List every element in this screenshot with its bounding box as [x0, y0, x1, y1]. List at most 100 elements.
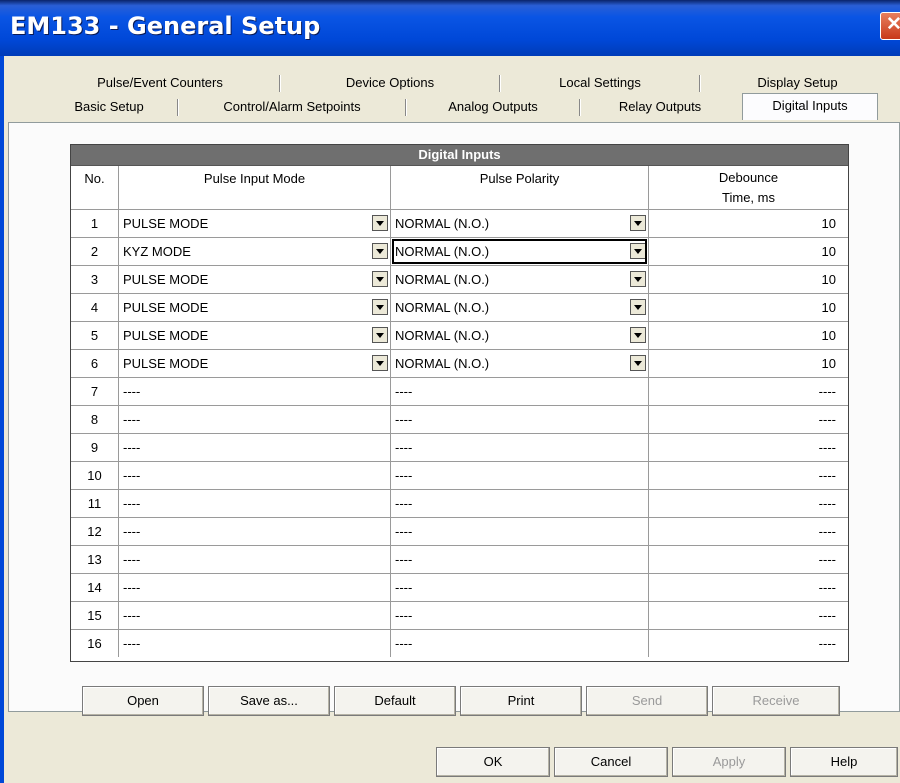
- pulse-input-mode-select-value: ----: [123, 412, 141, 427]
- debounce-time-field[interactable]: 10: [649, 210, 848, 237]
- pulse-polarity-select[interactable]: NORMAL (N.O.): [391, 266, 649, 293]
- pulse-polarity-select[interactable]: NORMAL (N.O.): [391, 294, 649, 321]
- cancel-button[interactable]: Cancel: [554, 747, 668, 777]
- pulse-polarity-select[interactable]: NORMAL (N.O.): [391, 350, 649, 377]
- pulse-polarity-select[interactable]: NORMAL (N.O.): [391, 322, 649, 349]
- pulse-polarity-select-value: ----: [395, 524, 413, 539]
- row-number-cell-value: 13: [87, 552, 102, 567]
- apply-button[interactable]: Apply: [672, 747, 786, 777]
- send-button[interactable]: Send: [586, 686, 708, 716]
- pulse-input-mode-select[interactable]: PULSE MODE: [119, 266, 391, 293]
- column-header-label: Pulse Polarity: [479, 171, 560, 186]
- debounce-time-field-value: ----: [818, 524, 836, 539]
- row-number-cell-value: 10: [87, 468, 102, 483]
- pulse-input-mode-select[interactable]: PULSE MODE: [119, 322, 391, 349]
- pulse-polarity-select-value: ----: [395, 468, 413, 483]
- pulse-input-mode-select: ----: [119, 518, 391, 545]
- pulse-input-mode-select[interactable]: PULSE MODE: [119, 210, 391, 237]
- default-button[interactable]: Default: [334, 686, 456, 716]
- pulse-polarity-select-value: ----: [395, 552, 413, 567]
- chevron-down-icon[interactable]: [630, 355, 646, 371]
- chevron-down-icon[interactable]: [372, 299, 388, 315]
- ok-button[interactable]: OK: [436, 747, 550, 777]
- debounce-time-field[interactable]: 10: [649, 266, 848, 293]
- pulse-polarity-select[interactable]: NORMAL (N.O.): [391, 210, 649, 237]
- row-number-cell: 1: [71, 210, 119, 237]
- pulse-polarity-select: ----: [391, 602, 649, 629]
- tab-control-alarm-setpoints[interactable]: Control/Alarm Setpoints: [178, 96, 406, 118]
- chevron-down-icon[interactable]: [372, 243, 388, 259]
- chevron-down-icon[interactable]: [630, 327, 646, 343]
- row-number-cell-value: 11: [87, 496, 102, 511]
- pulse-polarity-select-value: ----: [395, 496, 413, 511]
- pulse-input-mode-select-value: ----: [123, 580, 141, 595]
- pulse-polarity-select[interactable]: NORMAL (N.O.): [391, 238, 649, 265]
- debounce-time-field: ----: [649, 434, 848, 461]
- tab-pulse-event-counters[interactable]: Pulse/Event Counters: [40, 72, 280, 94]
- window-title: EM133 - General Setup: [10, 12, 321, 40]
- row-number-cell-value: 4: [90, 300, 99, 315]
- pulse-input-mode-select[interactable]: PULSE MODE: [119, 350, 391, 377]
- debounce-time-field-value: ----: [818, 496, 836, 511]
- debounce-time-field[interactable]: 10: [649, 322, 848, 349]
- debounce-time-field-value: ----: [818, 608, 836, 623]
- chevron-down-icon[interactable]: [630, 271, 646, 287]
- pulse-polarity-select-value: ----: [395, 580, 413, 595]
- debounce-time-field[interactable]: 10: [649, 294, 848, 321]
- print-button[interactable]: Print: [460, 686, 582, 716]
- column-header-pulse-polarity: Pulse Polarity: [391, 166, 649, 210]
- pulse-input-mode-select-value: ----: [123, 384, 141, 399]
- row-number-cell-value: 1: [90, 216, 99, 231]
- receive-button[interactable]: Receive: [712, 686, 840, 716]
- tab-basic-setup[interactable]: Basic Setup: [40, 96, 178, 118]
- tab-analog-outputs[interactable]: Analog Outputs: [406, 96, 580, 118]
- pulse-input-mode-select[interactable]: KYZ MODE: [119, 238, 391, 265]
- close-icon[interactable]: ✕: [880, 12, 900, 40]
- pulse-input-mode-select-value: PULSE MODE: [123, 328, 209, 343]
- row-number-cell: 10: [71, 462, 119, 489]
- chevron-down-icon[interactable]: [630, 215, 646, 231]
- column-header-debounce: Debounce Time, ms: [649, 166, 848, 210]
- pulse-polarity-select-value: ----: [395, 440, 413, 455]
- pulse-input-mode-select: ----: [119, 630, 391, 657]
- pulse-input-mode-select: ----: [119, 490, 391, 517]
- tab-digital-inputs[interactable]: Digital Inputs: [742, 93, 878, 120]
- pulse-polarity-select-value: NORMAL (N.O.): [395, 356, 490, 371]
- row-number-cell: 14: [71, 574, 119, 601]
- save-as-button[interactable]: Save as...: [208, 686, 330, 716]
- debounce-time-field: ----: [649, 518, 848, 545]
- table-row: 1 PULSE MODE NORMAL (N.O.) 10: [71, 209, 848, 237]
- row-number-cell: 8: [71, 406, 119, 433]
- pulse-input-mode-select-value: ----: [123, 440, 141, 455]
- chevron-down-icon[interactable]: [630, 299, 646, 315]
- tab-display-setup[interactable]: Display Setup: [700, 72, 895, 94]
- pulse-input-mode-select-value: ----: [123, 524, 141, 539]
- chevron-down-icon[interactable]: [372, 215, 388, 231]
- row-number-cell-value: 2: [90, 244, 99, 259]
- grid-title: Digital Inputs: [71, 145, 848, 165]
- pulse-input-mode-select-value: ----: [123, 496, 141, 511]
- chevron-down-icon[interactable]: [630, 243, 646, 259]
- table-row: 12 ---- ---- ----: [71, 517, 848, 545]
- help-button[interactable]: Help: [790, 747, 898, 777]
- pulse-polarity-select: ----: [391, 462, 649, 489]
- tab-device-options[interactable]: Device Options: [280, 72, 500, 94]
- pulse-input-mode-select-value: PULSE MODE: [123, 216, 209, 231]
- chevron-down-icon[interactable]: [372, 355, 388, 371]
- table-row: 3 PULSE MODE NORMAL (N.O.) 10: [71, 265, 848, 293]
- tab-relay-outputs[interactable]: Relay Outputs: [580, 96, 740, 118]
- debounce-time-field[interactable]: 10: [649, 238, 848, 265]
- chevron-down-icon[interactable]: [372, 327, 388, 343]
- chevron-down-icon[interactable]: [372, 271, 388, 287]
- table-row: 8 ---- ---- ----: [71, 405, 848, 433]
- debounce-time-field-value: ----: [818, 552, 836, 567]
- tab-label: Analog Outputs: [448, 99, 538, 114]
- row-number-cell: 16: [71, 630, 119, 657]
- row-number-cell: 6: [71, 350, 119, 377]
- open-button[interactable]: Open: [82, 686, 204, 716]
- row-number-cell-value: 14: [87, 580, 102, 595]
- pulse-input-mode-select[interactable]: PULSE MODE: [119, 294, 391, 321]
- row-number-cell: 7: [71, 378, 119, 405]
- debounce-time-field[interactable]: 10: [649, 350, 848, 377]
- tab-local-settings[interactable]: Local Settings: [500, 72, 700, 94]
